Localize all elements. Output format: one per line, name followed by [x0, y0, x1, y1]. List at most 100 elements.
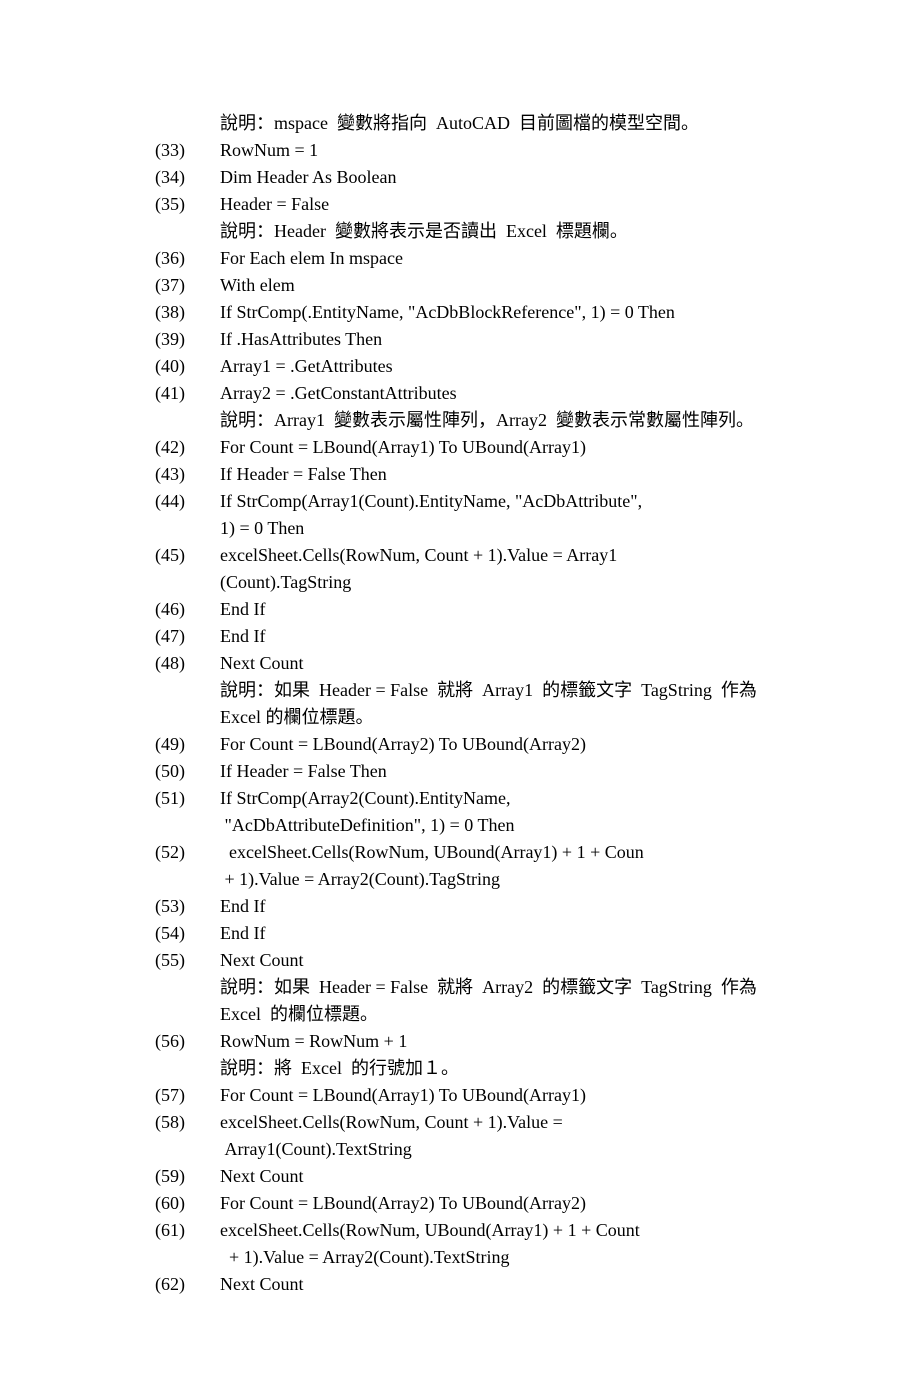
line-number: (36) [155, 245, 220, 272]
code-line: (44)If StrComp(Array1(Count).EntityName,… [155, 488, 820, 515]
code-line: (61)excelSheet.Cells(RowNum, UBound(Arra… [155, 1217, 820, 1244]
code-line: Array1(Count).TextString [155, 1136, 820, 1163]
code-line: (Count).TagString [155, 569, 820, 596]
code-line: (36)For Each elem In mspace [155, 245, 820, 272]
code-line: (62)Next Count [155, 1271, 820, 1298]
code-text: With elem [220, 272, 820, 299]
code-line: 說明：將 Excel 的行號加１。 [155, 1055, 820, 1082]
code-text: If .HasAttributes Then [220, 326, 820, 353]
code-text: For Count = LBound(Array2) To UBound(Arr… [220, 731, 820, 758]
code-text: + 1).Value = Array2(Count).TagString [155, 866, 820, 893]
line-number: (60) [155, 1190, 220, 1217]
line-number: (55) [155, 947, 220, 974]
line-number: (34) [155, 164, 220, 191]
line-number: (54) [155, 920, 220, 947]
code-line: (49)For Count = LBound(Array2) To UBound… [155, 731, 820, 758]
line-number: (48) [155, 650, 220, 677]
code-line: (39)If .HasAttributes Then [155, 326, 820, 353]
code-line: (55)Next Count [155, 947, 820, 974]
line-number: (57) [155, 1082, 220, 1109]
line-number: (62) [155, 1271, 220, 1298]
line-number: (61) [155, 1217, 220, 1244]
code-line: 說明：Header 變數將表示是否讀出 Excel 標題欄。 [155, 218, 820, 245]
code-line: Excel 的欄位標題。 [155, 704, 820, 731]
code-text: Array1(Count).TextString [155, 1136, 820, 1163]
code-text: Header = False [220, 191, 820, 218]
code-line: + 1).Value = Array2(Count).TagString [155, 866, 820, 893]
code-line: (34)Dim Header As Boolean [155, 164, 820, 191]
code-text: If StrComp(Array2(Count).EntityName, [220, 785, 820, 812]
code-text: For Each elem In mspace [220, 245, 820, 272]
code-text: Next Count [220, 650, 820, 677]
line-number: (37) [155, 272, 220, 299]
code-text: 說明：Header 變數將表示是否讀出 Excel 標題欄。 [155, 218, 820, 245]
document-page: 說明：mspace 變數將指向 AutoCAD 目前圖檔的模型空間。(33)Ro… [0, 0, 920, 1398]
code-text: End If [220, 920, 820, 947]
line-number: (45) [155, 542, 220, 569]
line-number: (46) [155, 596, 220, 623]
code-text: excelSheet.Cells(RowNum, UBound(Array1) … [220, 839, 820, 866]
code-text: Dim Header As Boolean [220, 164, 820, 191]
code-line: 1) = 0 Then [155, 515, 820, 542]
code-line: (37)With elem [155, 272, 820, 299]
line-number: (47) [155, 623, 220, 650]
line-number: (40) [155, 353, 220, 380]
code-line: (35)Header = False [155, 191, 820, 218]
line-number: (44) [155, 488, 220, 515]
code-line: (53)End If [155, 893, 820, 920]
code-line: (38)If StrComp(.EntityName, "AcDbBlockRe… [155, 299, 820, 326]
code-line: (48)Next Count [155, 650, 820, 677]
line-number: (51) [155, 785, 220, 812]
code-text: 說明：Array1 變數表示屬性陣列，Array2 變數表示常數屬性陣列。 [155, 407, 820, 434]
line-number: (53) [155, 893, 220, 920]
code-listing: 說明：mspace 變數將指向 AutoCAD 目前圖檔的模型空間。(33)Ro… [155, 110, 820, 1298]
code-text: 1) = 0 Then [155, 515, 820, 542]
line-number: (33) [155, 137, 220, 164]
code-line: "AcDbAttributeDefinition", 1) = 0 Then [155, 812, 820, 839]
code-line: 說明：如果 Header = False 就將 Array1 的標籤文字 Tag… [155, 677, 820, 704]
code-text: Array2 = .GetConstantAttributes [220, 380, 820, 407]
code-text: End If [220, 893, 820, 920]
code-text: RowNum = RowNum + 1 [220, 1028, 820, 1055]
code-text: If StrComp(.EntityName, "AcDbBlockRefere… [220, 299, 820, 326]
code-text: End If [220, 623, 820, 650]
code-line: 說明：mspace 變數將指向 AutoCAD 目前圖檔的模型空間。 [155, 110, 820, 137]
code-text: excelSheet.Cells(RowNum, Count + 1).Valu… [220, 1109, 820, 1136]
code-text: Excel 的欄位標題。 [155, 1001, 820, 1028]
line-number: (35) [155, 191, 220, 218]
code-text: Excel 的欄位標題。 [155, 704, 820, 731]
code-line: (45)excelSheet.Cells(RowNum, Count + 1).… [155, 542, 820, 569]
code-text: excelSheet.Cells(RowNum, UBound(Array1) … [220, 1217, 820, 1244]
code-line: 說明：如果 Header = False 就將 Array2 的標籤文字 Tag… [155, 974, 820, 1001]
code-line: (33)RowNum = 1 [155, 137, 820, 164]
code-text: For Count = LBound(Array2) To UBound(Arr… [220, 1190, 820, 1217]
code-text: For Count = LBound(Array1) To UBound(Arr… [220, 434, 820, 461]
code-line: (57)For Count = LBound(Array1) To UBound… [155, 1082, 820, 1109]
code-text: If StrComp(Array1(Count).EntityName, "Ac… [220, 488, 820, 515]
code-text: For Count = LBound(Array1) To UBound(Arr… [220, 1082, 820, 1109]
code-text: excelSheet.Cells(RowNum, Count + 1).Valu… [220, 542, 820, 569]
code-text: "AcDbAttributeDefinition", 1) = 0 Then [155, 812, 820, 839]
code-line: + 1).Value = Array2(Count).TextString [155, 1244, 820, 1271]
code-line: Excel 的欄位標題。 [155, 1001, 820, 1028]
line-number: (59) [155, 1163, 220, 1190]
code-line: (43)If Header = False Then [155, 461, 820, 488]
code-line: (42)For Count = LBound(Array1) To UBound… [155, 434, 820, 461]
code-text: 說明：將 Excel 的行號加１。 [155, 1055, 820, 1082]
code-text: 說明：如果 Header = False 就將 Array1 的標籤文字 Tag… [155, 677, 820, 704]
code-text: Array1 = .GetAttributes [220, 353, 820, 380]
line-number: (56) [155, 1028, 220, 1055]
line-number: (41) [155, 380, 220, 407]
code-line: (56)RowNum = RowNum + 1 [155, 1028, 820, 1055]
line-number: (58) [155, 1109, 220, 1136]
code-text: (Count).TagString [155, 569, 820, 596]
line-number: (38) [155, 299, 220, 326]
line-number: (43) [155, 461, 220, 488]
code-text: + 1).Value = Array2(Count).TextString [155, 1244, 820, 1271]
code-text: Next Count [220, 1163, 820, 1190]
code-text: If Header = False Then [220, 461, 820, 488]
line-number: (42) [155, 434, 220, 461]
code-line: (52) excelSheet.Cells(RowNum, UBound(Arr… [155, 839, 820, 866]
line-number: (52) [155, 839, 220, 866]
code-text: 說明：如果 Header = False 就將 Array2 的標籤文字 Tag… [155, 974, 820, 1001]
